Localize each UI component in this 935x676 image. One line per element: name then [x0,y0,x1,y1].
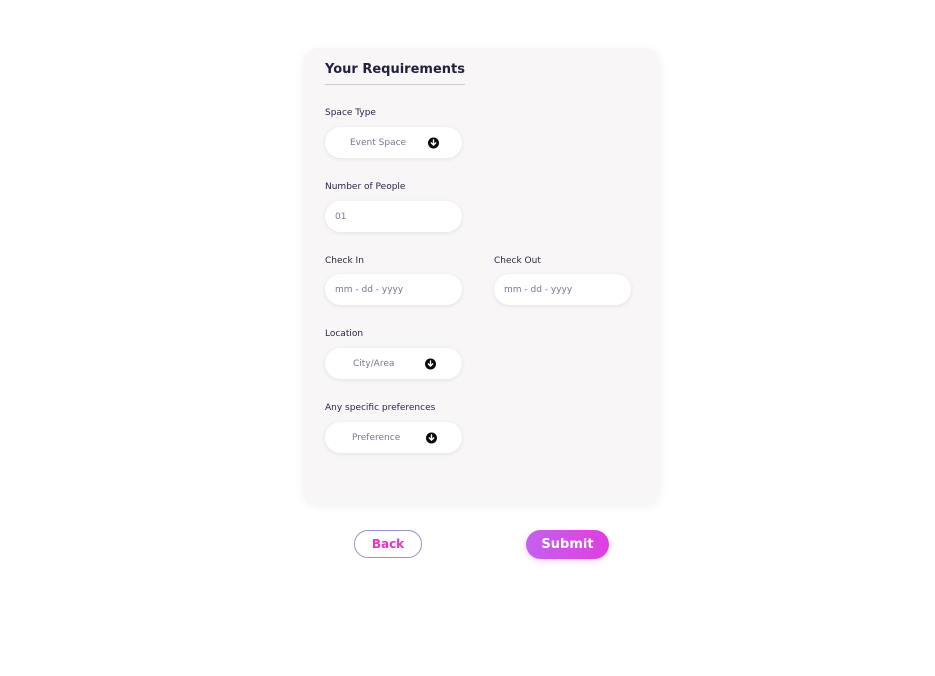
check-out-label: Check Out [494,256,541,266]
space-type-value: Event Space [350,137,407,148]
space-type-label: Space Type [325,108,376,118]
page: Your Requirements Space Type Event Space… [0,0,935,676]
back-button[interactable]: Back [354,530,422,558]
number-of-people-label: Number of People [325,182,406,192]
arrow-down-circle-icon [426,432,437,443]
number-of-people-input[interactable]: 01 [325,201,462,232]
location-label: Location [325,329,364,339]
check-in-label: Check In [325,256,364,266]
number-of-people-value: 01 [335,211,347,222]
location-value: City/Area [353,358,395,369]
arrow-down-circle-icon [425,358,436,369]
requirements-card: Your Requirements Space Type Event Space… [303,48,660,505]
arrow-down-circle-icon [428,137,439,148]
form-title: Your Requirements [325,62,465,85]
check-out-date-input[interactable]: mm - dd - yyyy [494,274,631,305]
submit-button[interactable]: Submit [526,530,609,559]
check-in-placeholder: mm - dd - yyyy [335,284,404,295]
preferences-value: Preference [352,432,401,443]
space-type-select[interactable]: Event Space [325,127,462,158]
location-select[interactable]: City/Area [325,348,462,379]
check-out-placeholder: mm - dd - yyyy [504,284,573,295]
check-in-date-input[interactable]: mm - dd - yyyy [325,274,462,305]
preferences-select[interactable]: Preference [325,422,462,453]
preferences-label: Any specific preferences [325,403,436,413]
